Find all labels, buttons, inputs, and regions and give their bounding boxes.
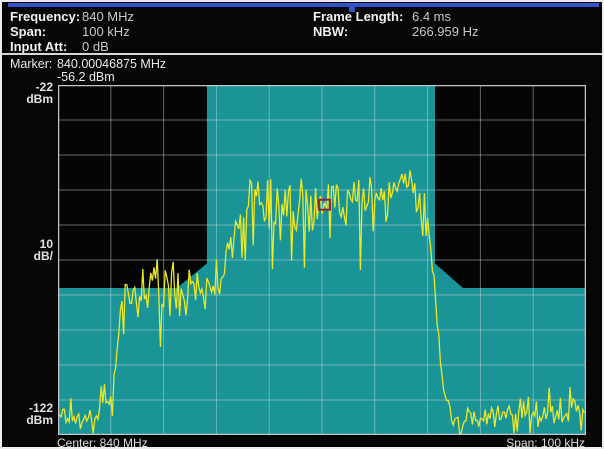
span-label: Span: [10, 24, 46, 39]
y-axis-bottom-label: -122 dBm [2, 402, 53, 426]
y-axis-scale-label: 10 dB/ [2, 238, 53, 262]
frequency-label: Frequency: [10, 9, 80, 24]
marker-amplitude: -56.2 dBm [57, 70, 115, 84]
span-value: 100 kHz [82, 24, 130, 39]
center-frequency-annotation: Center: 840 MHz [57, 436, 148, 449]
marker-frequency: 840.00046875 MHz [57, 57, 166, 71]
graticule [58, 85, 586, 435]
nbw-value: 266.959 Hz [412, 24, 479, 39]
spectrum-plot [58, 85, 586, 435]
header-separator [2, 53, 602, 55]
scale-per-div-unit: dB/ [34, 249, 53, 263]
ref-level-unit: dBm [26, 92, 53, 106]
spectrum-analyzer-screen: Frequency: 840 MHz Span: 100 kHz Input A… [0, 0, 604, 449]
frequency-value: 840 MHz [82, 9, 134, 24]
y-axis-top-label: -22 dBm [2, 81, 53, 105]
marker-dot [323, 203, 326, 206]
input-att-label: Input Att: [10, 39, 67, 54]
nbw-label: NBW: [313, 24, 348, 39]
marker-label: Marker: [10, 57, 52, 71]
top-accent-strip [8, 3, 599, 7]
span-annotation: Span: 100 kHz [506, 436, 585, 449]
bottom-level-unit: dBm [26, 413, 53, 427]
input-att-value: 0 dB [82, 39, 109, 54]
frame-length-value: 6.4 ms [412, 9, 451, 24]
frame-length-label: Frame Length: [313, 9, 403, 24]
